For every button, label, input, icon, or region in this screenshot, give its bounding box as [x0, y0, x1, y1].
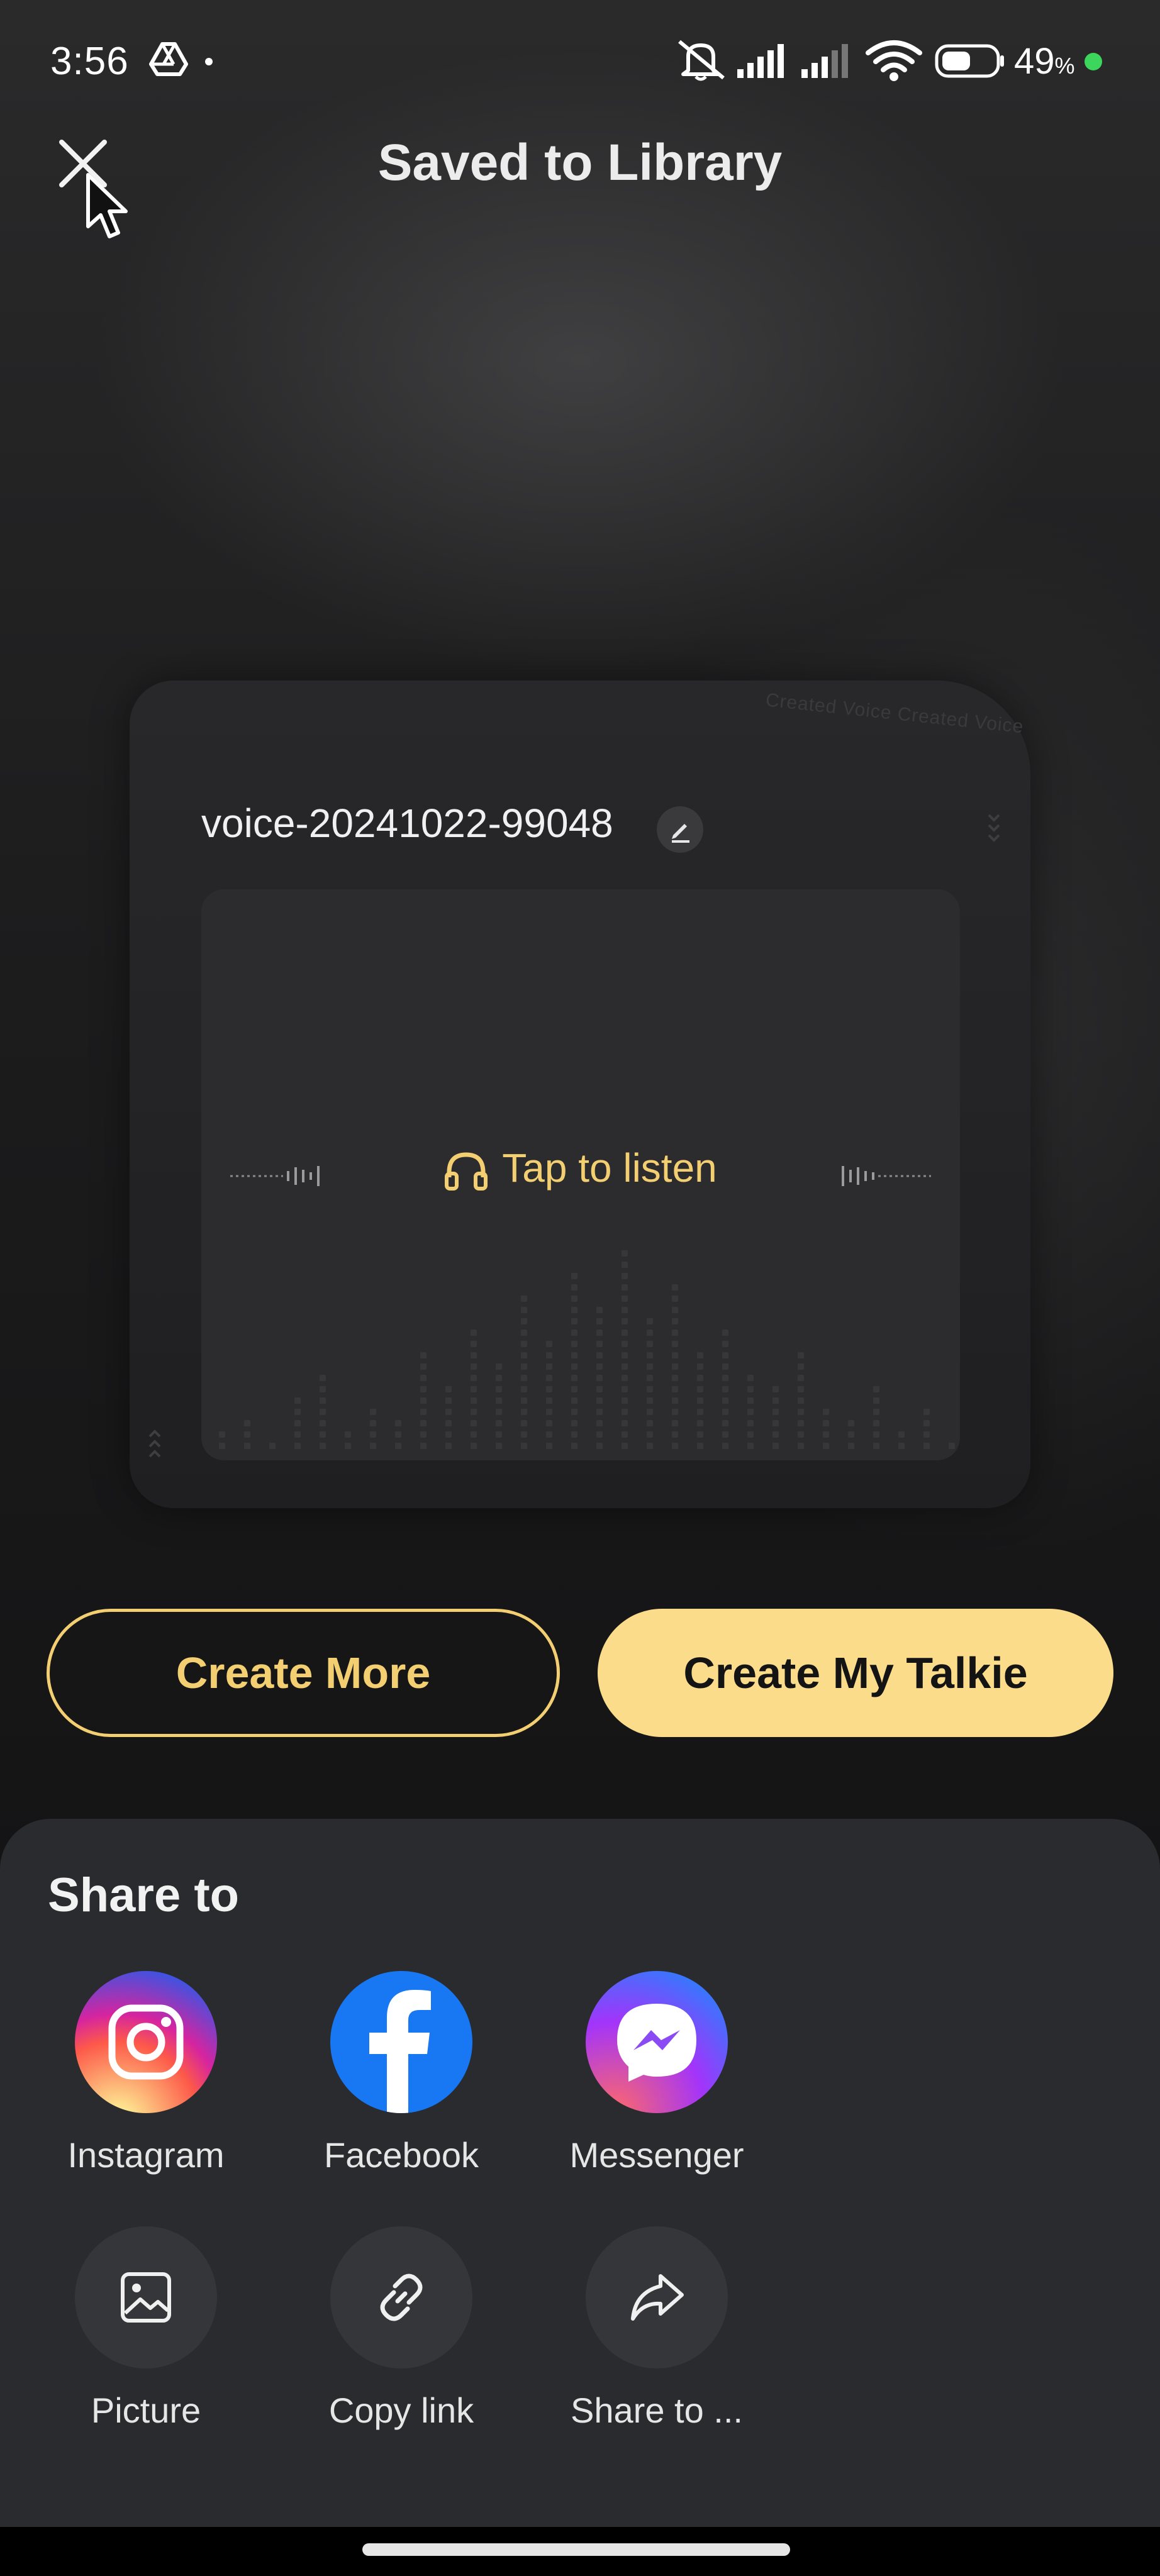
share-icon	[586, 2226, 728, 2368]
status-time: 3:56	[50, 40, 129, 83]
share-messenger[interactable]: Messenger	[531, 1971, 783, 2175]
listen-label: Tap to listen	[502, 1145, 717, 1191]
share-label: Copy link	[328, 2390, 474, 2430]
share-facebook[interactable]: Facebook	[276, 1971, 527, 2175]
signal-icon	[737, 44, 784, 78]
card-edge-marker	[148, 1430, 161, 1458]
share-label: Picture	[91, 2390, 201, 2430]
signal-icon	[801, 44, 848, 78]
messenger-icon	[586, 1971, 728, 2113]
privacy-indicator	[1085, 53, 1102, 70]
share-title: Share to	[48, 1868, 240, 1922]
voice-name: voice-20241022-99048	[201, 801, 613, 846]
link-icon	[330, 2226, 472, 2368]
pencil-icon	[672, 824, 689, 843]
share-label: Share to ...	[571, 2390, 743, 2430]
create-more-button[interactable]: Create More	[47, 1609, 560, 1737]
facebook-icon	[330, 1971, 472, 2113]
share-picture[interactable]: Picture	[20, 2226, 272, 2431]
notification-dot	[205, 58, 213, 65]
instagram-icon	[75, 1971, 217, 2113]
waveform-right-icon	[842, 1166, 931, 1186]
page-title: Saved to Library	[377, 134, 783, 191]
card-edge-marker	[988, 814, 1000, 842]
battery-percent: 49%	[1014, 41, 1075, 82]
voice-player[interactable]: Tap to listen	[201, 889, 960, 1460]
share-instagram[interactable]: Instagram	[20, 1971, 272, 2175]
share-sheet: Share to Instagram Facebook Messenger Pi…	[0, 1819, 1160, 2576]
headphones-icon	[445, 1152, 488, 1191]
share-label: Instagram	[67, 2135, 225, 2175]
create-my-talkie-button[interactable]: Create My Talkie	[598, 1609, 1113, 1737]
picture-icon	[75, 2226, 217, 2368]
mute-icon	[678, 40, 725, 81]
status-bar: 3:56 49%	[0, 0, 1160, 126]
wifi-icon	[866, 40, 922, 81]
share-more[interactable]: Share to ...	[531, 2226, 783, 2431]
voice-card: Created Voice Created Voice voice-202410…	[130, 680, 1030, 1508]
card-watermark: Created Voice Created Voice	[764, 689, 1025, 738]
drive-icon	[149, 42, 188, 76]
share-label: Messenger	[569, 2135, 744, 2175]
battery-icon	[935, 44, 1004, 78]
share-copy-link[interactable]: Copy link	[276, 2226, 527, 2431]
edit-name-button[interactable]	[657, 806, 703, 853]
home-indicator[interactable]	[362, 2543, 790, 2556]
share-label: Facebook	[324, 2135, 479, 2175]
